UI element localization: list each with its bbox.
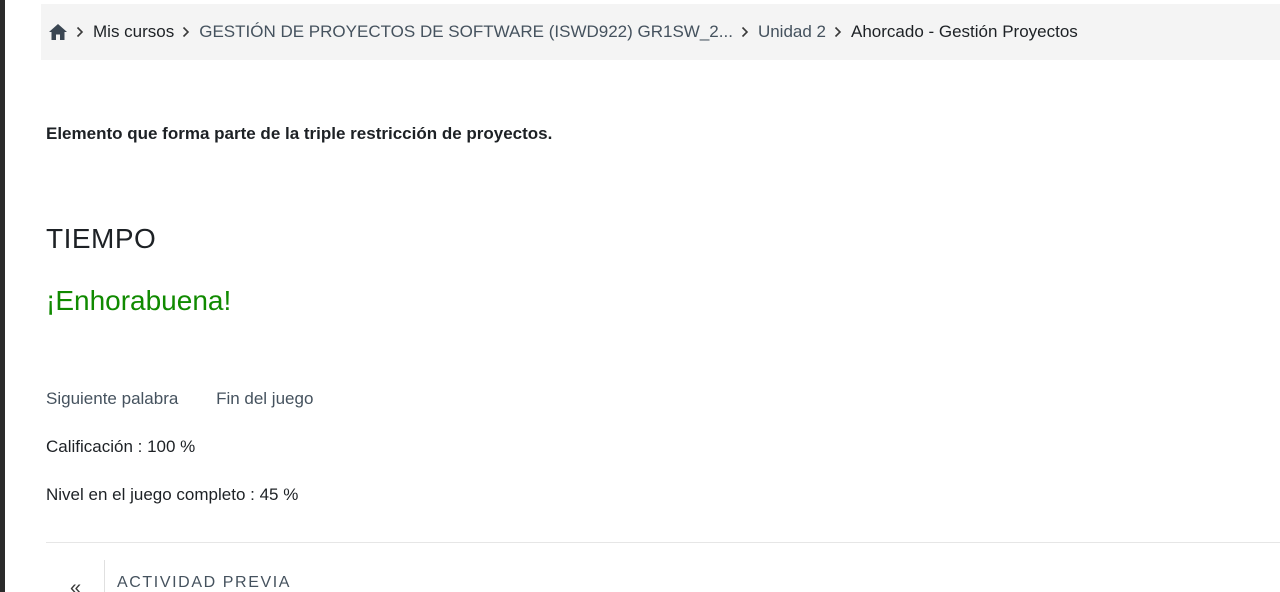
divider [46, 542, 1280, 543]
end-game-link[interactable]: Fin del juego [216, 389, 313, 408]
chevron-right-icon [76, 26, 84, 38]
page: Mis cursos GESTIÓN DE PROYECTOS DE SOFTW… [0, 0, 1280, 592]
breadcrumb-current-activity: Ahorcado - Gestión Proyectos [851, 22, 1078, 41]
double-chevron-left-icon: « [70, 577, 82, 592]
left-window-edge [0, 0, 5, 592]
success-message: ¡Enhorabuena! [46, 285, 232, 316]
question-text: Elemento que forma parte de la triple re… [46, 124, 553, 143]
breadcrumb-unit[interactable]: Unidad 2 [758, 22, 826, 42]
next-word-link[interactable]: Siguiente palabra [46, 389, 178, 408]
chevron-right-icon [741, 26, 749, 38]
chevron-right-icon [182, 26, 190, 38]
previous-activity-label: ACTIVIDAD PREVIA [117, 574, 292, 591]
home-icon[interactable] [48, 23, 68, 41]
previous-activity-link[interactable]: « ACTIVIDAD PREVIA [46, 560, 466, 592]
grade-text: Calificación : 100 % [46, 437, 196, 456]
breadcrumb: Mis cursos GESTIÓN DE PROYECTOS DE SOFTW… [41, 4, 1280, 60]
breadcrumb-my-courses[interactable]: Mis cursos [93, 22, 174, 42]
nav-divider [104, 560, 105, 592]
game-actions: Siguiente palabra Fin del juego [46, 389, 346, 409]
chevron-right-icon [834, 26, 842, 38]
breadcrumb-course[interactable]: GESTIÓN DE PROYECTOS DE SOFTWARE (ISWD92… [199, 22, 733, 42]
game-level-text: Nivel en el juego completo : 45 % [46, 485, 299, 504]
guessed-word: TIEMPO [46, 223, 157, 254]
